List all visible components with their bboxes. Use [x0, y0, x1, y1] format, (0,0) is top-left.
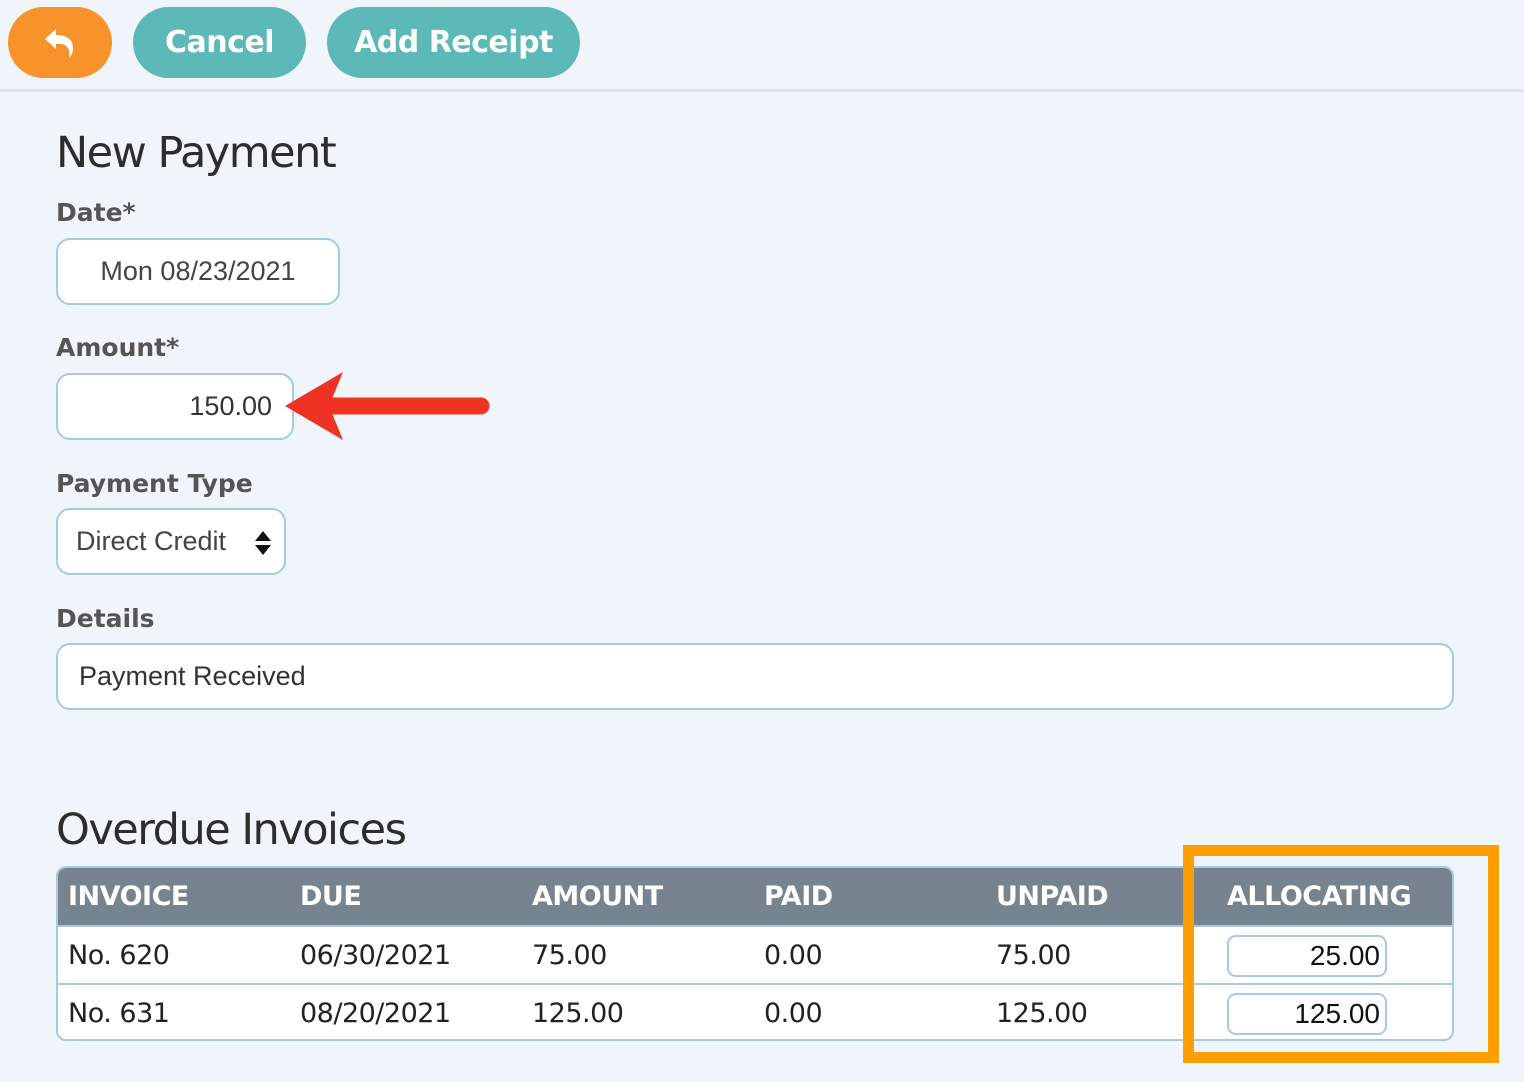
toolbar: Cancel Add Receipt [0, 0, 1524, 92]
allocating-input[interactable]: 25.00 [1227, 935, 1387, 977]
paid-amount: 0.00 [764, 997, 823, 1029]
paid-amount: 0.00 [764, 939, 823, 971]
date-label: Date* [56, 198, 136, 227]
details-field[interactable]: Payment Received [56, 643, 1454, 710]
payment-type-value: Direct Credit [76, 526, 227, 556]
add-receipt-button[interactable]: Add Receipt [327, 7, 580, 78]
column-header-paid: PAID [764, 881, 833, 912]
invoice-amount: 75.00 [532, 939, 607, 971]
invoice-number: No. 631 [68, 997, 170, 1029]
select-updown-icon [255, 531, 271, 555]
table-row: No. 631 08/20/2021 125.00 0.00 125.00 12… [58, 983, 1452, 1039]
amount-field[interactable]: 150.00 [56, 373, 294, 440]
allocating-input[interactable]: 125.00 [1227, 993, 1387, 1035]
overdue-invoices-title: Overdue Invoices [56, 805, 407, 855]
table-row: No. 620 06/30/2021 75.00 0.00 75.00 25.0… [58, 925, 1452, 983]
due-date: 08/20/2021 [300, 997, 451, 1029]
unpaid-amount: 75.00 [996, 939, 1071, 971]
page-title: New Payment [56, 128, 337, 178]
column-header-unpaid: UNPAID [996, 881, 1109, 912]
payment-type-select[interactable]: Direct Credit [56, 508, 286, 575]
column-header-allocating: ALLOCATING [1227, 881, 1412, 912]
annotation-arrow-icon [285, 372, 490, 440]
due-date: 06/30/2021 [300, 939, 451, 971]
column-header-invoice: INVOICE [68, 881, 189, 912]
details-label: Details [56, 604, 155, 633]
table-header: INVOICE DUE AMOUNT PAID UNPAID ALLOCATIN… [58, 868, 1452, 925]
date-field[interactable]: Mon 08/23/2021 [56, 238, 340, 305]
overdue-invoices-table: INVOICE DUE AMOUNT PAID UNPAID ALLOCATIN… [56, 866, 1454, 1041]
amount-label: Amount* [56, 333, 180, 362]
column-header-due: DUE [300, 881, 362, 912]
unpaid-amount: 125.00 [996, 997, 1088, 1029]
column-header-amount: AMOUNT [532, 881, 663, 912]
cancel-button[interactable]: Cancel [133, 7, 306, 78]
back-button[interactable] [8, 7, 112, 78]
payment-type-label: Payment Type [56, 469, 253, 498]
invoice-amount: 125.00 [532, 997, 624, 1029]
invoice-number: No. 620 [68, 939, 170, 971]
undo-arrow-icon [45, 28, 73, 58]
